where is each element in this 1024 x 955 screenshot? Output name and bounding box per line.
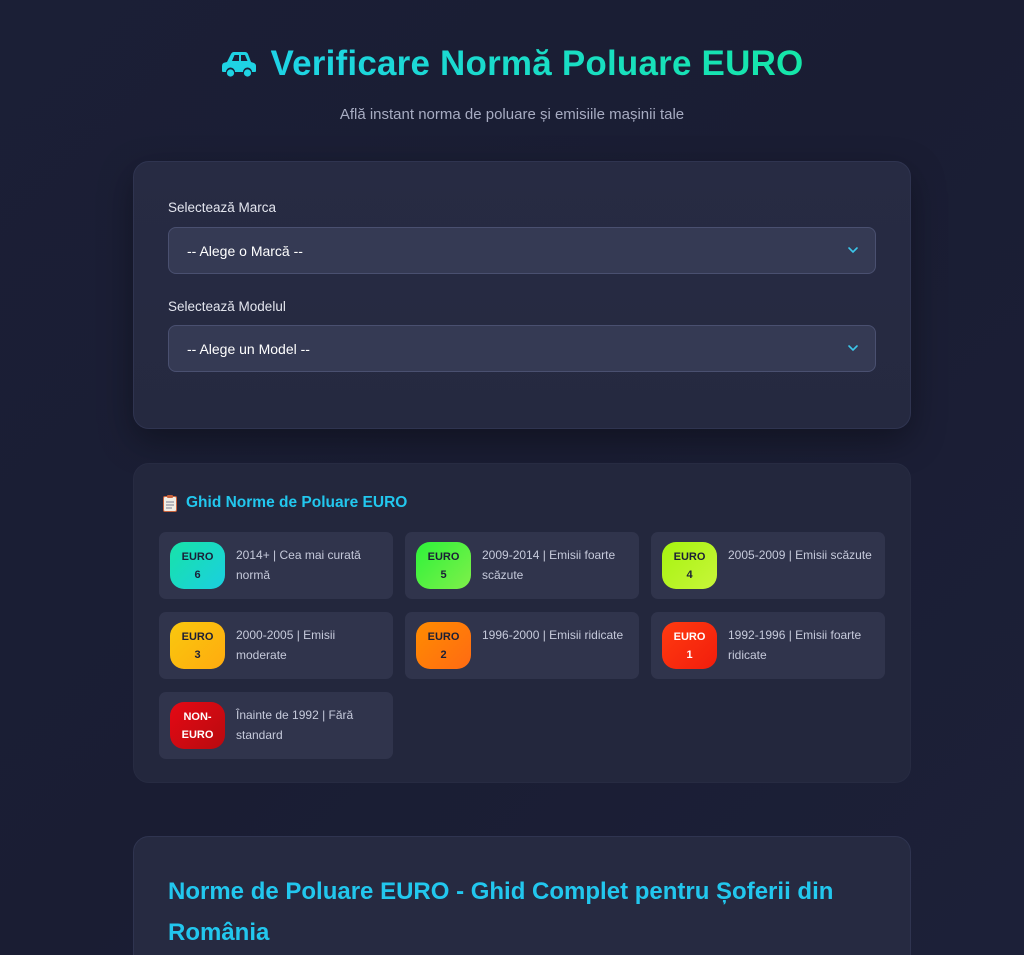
norm-description: 1996-2000 | Emisii ridicate	[482, 628, 624, 642]
clipboard-icon	[162, 494, 178, 512]
norm-badge: EURO 2	[416, 622, 471, 669]
norm-badge-line2: 2	[440, 648, 447, 661]
norm-badge-line1: EURO	[427, 630, 460, 643]
norm-badge-line1: EURO	[427, 550, 460, 563]
norm-badge-line1: NON-	[183, 710, 212, 723]
norm-description: Înainte de 1992 | Fără standard	[236, 708, 354, 742]
chevron-down-icon	[848, 345, 858, 352]
model-select[interactable]: -- Alege un Model --	[168, 325, 876, 372]
title-row: Verificare Normă Poluare EURO	[0, 44, 1024, 84]
norm-badge: EURO 3	[170, 622, 225, 669]
page-subtitle: Află instant norma de poluare și emisiil…	[339, 106, 685, 123]
norm-item-euro-1: EURO 1 1992-1996 | Emisii foarte ridicat…	[651, 612, 885, 679]
norm-badge-line1: EURO	[673, 550, 706, 563]
norm-badge-line2: 4	[686, 568, 693, 581]
norm-badge-line2: 6	[194, 568, 201, 581]
model-label: Selectează Modelul	[168, 299, 286, 314]
norm-badge: EURO 6	[170, 542, 225, 589]
norm-badge-line2: 5	[440, 568, 447, 581]
norm-description: 2005-2009 | Emisii scăzute	[728, 548, 872, 562]
header: Verificare Normă Poluare EURO Află insta…	[0, 44, 1024, 123]
brand-label: Selectează Marca	[168, 200, 277, 215]
norm-badge: EURO 4	[662, 542, 717, 589]
article-title: Norme de Poluare EURO - Ghid Complet pen…	[168, 878, 834, 946]
norm-item-euro-2: EURO 2 1996-2000 | Emisii ridicate	[405, 612, 639, 679]
chevron-down-icon	[848, 247, 858, 254]
car-icon	[221, 50, 257, 78]
norm-badge: EURO 1	[662, 622, 717, 669]
norm-badge-line2: 3	[194, 648, 201, 661]
norm-item-euro-3: EURO 3 2000-2005 | Emisii moderate	[159, 612, 393, 679]
euro-guide-card: Ghid Norme de Poluare EURO EURO 6 2014+ …	[133, 463, 911, 783]
info-article-card: Norme de Poluare EURO - Ghid Complet pen…	[133, 836, 911, 955]
vehicle-selector-card: Selectează Marca -- Alege o Marcă -- Sel…	[133, 161, 911, 429]
model-select-value: -- Alege un Model --	[187, 340, 310, 357]
norm-badge-line1: EURO	[673, 630, 706, 643]
brand-select[interactable]: -- Alege o Marcă --	[168, 227, 876, 274]
norm-description: 2009-2014 | Emisii foarte scăzute	[482, 548, 616, 582]
norm-badge-line1: EURO	[181, 550, 214, 563]
norm-description: 2000-2005 | Emisii moderate	[236, 628, 336, 662]
guide-title: Ghid Norme de Poluare EURO	[186, 494, 408, 511]
page: Verificare Normă Poluare EURO Află insta…	[0, 0, 1024, 955]
norm-item-euro-4: EURO 4 2005-2009 | Emisii scăzute	[651, 532, 885, 599]
norm-badge: NON- EURO	[170, 702, 225, 749]
norm-badge-line1: EURO	[181, 630, 214, 643]
guide-heading: Ghid Norme de Poluare EURO	[162, 494, 407, 512]
norm-badge: EURO 5	[416, 542, 471, 589]
norm-item-euro-6: EURO 6 2014+ | Cea mai curată normă	[159, 532, 393, 599]
norm-description: 2014+ | Cea mai curată normă	[236, 548, 361, 582]
norm-badge-line2: EURO	[181, 728, 214, 741]
brand-select-value: -- Alege o Marcă --	[187, 242, 303, 259]
norm-badge-line2: 1	[686, 648, 693, 661]
page-title: Verificare Normă Poluare EURO	[270, 44, 804, 83]
norm-description: 1992-1996 | Emisii foarte ridicate	[728, 628, 862, 662]
norm-item-euro-5: EURO 5 2009-2014 | Emisii foarte scăzute	[405, 532, 639, 599]
norm-item-non-euro: NON- EURO Înainte de 1992 | Fără standar…	[159, 692, 393, 759]
